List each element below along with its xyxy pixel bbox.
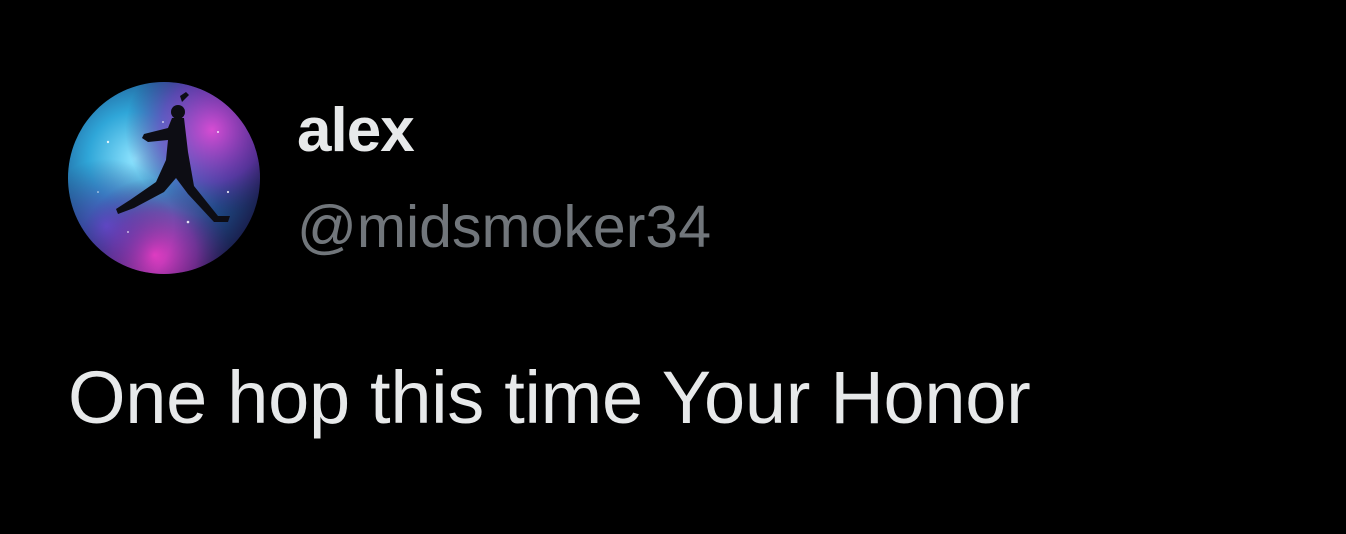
tweet-text: One hop this time Your Honor	[68, 356, 1031, 439]
display-name[interactable]: alex	[297, 95, 415, 167]
avatar[interactable]	[68, 82, 260, 274]
user-handle[interactable]: @midsmoker34	[297, 192, 711, 262]
jumpman-silhouette-icon	[68, 82, 260, 274]
tweet-card: alex @midsmoker34 One hop this time Your…	[0, 0, 1346, 534]
